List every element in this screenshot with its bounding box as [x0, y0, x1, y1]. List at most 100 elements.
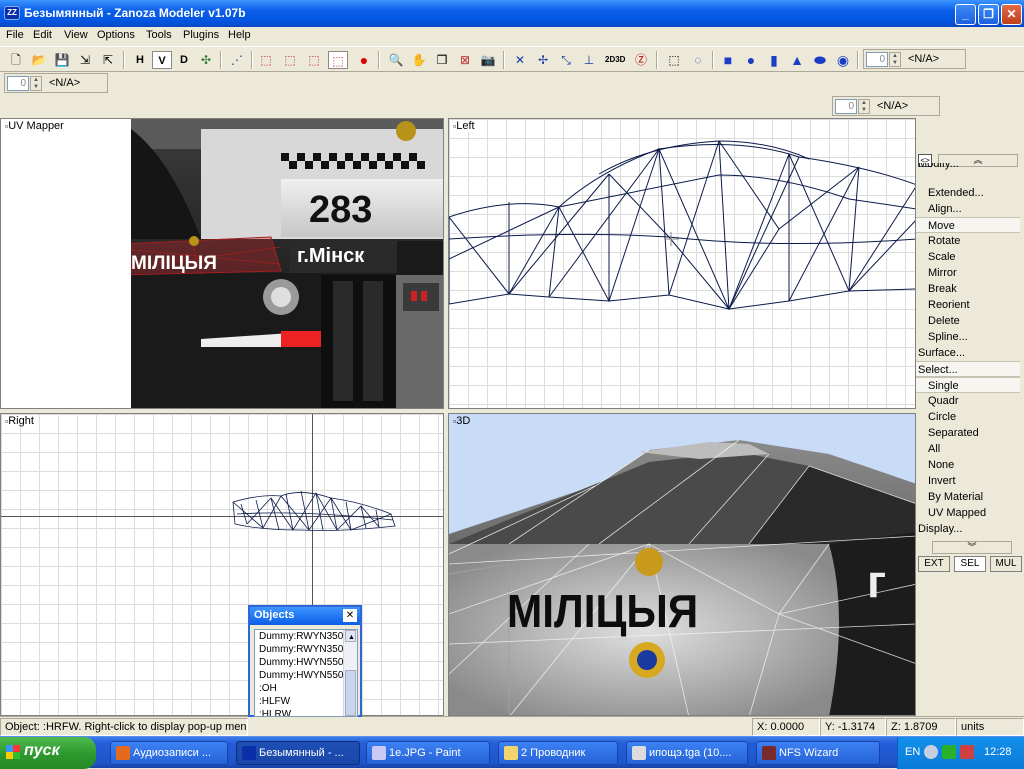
- panel-item-rotate[interactable]: Rotate: [916, 233, 1020, 249]
- panel-item-uv-mapped[interactable]: UV Mapped: [916, 505, 1020, 521]
- cone-primitive-icon[interactable]: ▲: [787, 51, 807, 69]
- toolbar-value-spinner[interactable]: 0 ▲ ▼ <N/A>: [863, 49, 966, 69]
- cube-face-icon[interactable]: ⬚: [304, 51, 324, 69]
- spinner-arrows-icon[interactable]: ▲ ▼: [858, 99, 870, 114]
- spinner-number[interactable]: 0: [835, 99, 857, 114]
- pan-hand-icon[interactable]: ✋: [409, 51, 429, 69]
- 2d-3d-icon[interactable]: 2D3D: [605, 51, 625, 69]
- scroll-up-arrow-icon[interactable]: ▲: [345, 630, 356, 642]
- spinner-arrows-icon[interactable]: ▲ ▼: [30, 76, 42, 91]
- panel-value-spinner[interactable]: 0 ▲ ▼ <N/A>: [832, 96, 940, 116]
- depth-toggle-button[interactable]: D: [174, 51, 194, 69]
- taskbar-button[interactable]: ипощэ.tga (10....: [626, 741, 748, 765]
- cube-select-icon[interactable]: ⬚: [256, 51, 276, 69]
- object-list-item[interactable]: :HLFW: [257, 695, 357, 708]
- taskbar-button[interactable]: Безымянный - ...: [236, 741, 360, 765]
- panel-item-quadr[interactable]: Quadr: [916, 393, 1020, 409]
- scroll-thumb[interactable]: [345, 670, 356, 716]
- scroll-down-icon[interactable]: ︾: [932, 541, 1012, 554]
- speaker-icon[interactable]: [924, 745, 938, 759]
- right-viewport[interactable]: ▫Right: [0, 413, 444, 716]
- ext-button[interactable]: EXT: [918, 556, 950, 572]
- minimize-button[interactable]: _: [955, 4, 976, 25]
- vertex-tool-icon[interactable]: ⋰: [227, 51, 247, 69]
- cube-edge-icon[interactable]: ⬚: [280, 51, 300, 69]
- vertical-toggle-button[interactable]: V: [152, 51, 172, 69]
- camera-icon[interactable]: 📷: [478, 51, 498, 69]
- objects-scrollbar[interactable]: ▲: [343, 630, 357, 716]
- panel-item-select[interactable]: Select...: [916, 361, 1020, 377]
- panel-item-modify[interactable]: Modify...: [916, 163, 1020, 171]
- panel-item-mirror[interactable]: Mirror: [916, 265, 1020, 281]
- panel-item-circle[interactable]: Circle: [916, 409, 1020, 425]
- panel-item-delete[interactable]: Delete: [916, 313, 1020, 329]
- material-sphere-icon[interactable]: ●: [354, 51, 374, 69]
- export-icon[interactable]: ⇲: [75, 51, 95, 69]
- menu-view[interactable]: View: [64, 29, 88, 41]
- object-list-item[interactable]: Dummy:HWYN550: [257, 656, 357, 669]
- save-icon[interactable]: 💾: [52, 51, 72, 69]
- move-arrows-icon[interactable]: ✕: [510, 51, 530, 69]
- uv-mapper-viewport[interactable]: ▫UV Mapper 283 г.Мінск МІЛІЦЫЯ: [0, 118, 444, 409]
- panel-item-move[interactable]: Move: [916, 217, 1020, 233]
- cube-object-icon[interactable]: ⬚: [328, 51, 348, 69]
- spinner-number[interactable]: 0: [7, 76, 29, 91]
- spinner-number[interactable]: 0: [866, 52, 888, 67]
- panel-item-break[interactable]: Break: [916, 281, 1020, 297]
- menu-file[interactable]: File: [6, 29, 24, 41]
- close-icon[interactable]: ✕: [343, 609, 357, 622]
- panel-item-align[interactable]: Align...: [916, 201, 1020, 217]
- taskbar-button[interactable]: 1е.JPG - Paint: [366, 741, 490, 765]
- flag-icon[interactable]: [960, 745, 974, 759]
- zanoza-app-icon[interactable]: ZZ: [4, 6, 20, 20]
- maximize-button[interactable]: ❐: [978, 4, 999, 25]
- box-view-icon[interactable]: ❒: [432, 51, 452, 69]
- sub-value-spinner[interactable]: 0 ▲ ▼ <N/A>: [4, 73, 108, 93]
- menu-edit[interactable]: Edit: [33, 29, 52, 41]
- language-indicator[interactable]: EN: [905, 746, 920, 758]
- panel-item-reorient[interactable]: Reorient: [916, 297, 1020, 313]
- import-icon[interactable]: ⇱: [98, 51, 118, 69]
- menu-plugins[interactable]: Plugins: [183, 29, 219, 41]
- panel-item-surface[interactable]: Surface...: [916, 345, 1020, 361]
- axes-icon[interactable]: ⊥: [579, 51, 599, 69]
- menu-options[interactable]: Options: [97, 29, 135, 41]
- scale-arrows-icon[interactable]: ⤡: [556, 51, 576, 69]
- axis-gizmo-icon[interactable]: ✣: [196, 51, 216, 69]
- horizontal-toggle-button[interactable]: H: [130, 51, 150, 69]
- z-circle-icon[interactable]: Ⓩ: [631, 51, 651, 69]
- panel-item-invert[interactable]: Invert: [916, 473, 1020, 489]
- taskbar-button[interactable]: Аудиозаписи ...: [110, 741, 228, 765]
- mul-button[interactable]: MUL: [990, 556, 1022, 572]
- panel-item-by-material[interactable]: By Material: [916, 489, 1020, 505]
- left-viewport[interactable]: ▫Left: [448, 118, 916, 409]
- rotate-arrows-icon[interactable]: ✢: [533, 51, 553, 69]
- network-icon[interactable]: [942, 745, 956, 759]
- panel-item-display[interactable]: Display...: [916, 521, 1020, 537]
- box-primitive-icon[interactable]: ■: [718, 51, 738, 69]
- zoom-icon[interactable]: 🔍: [386, 51, 406, 69]
- zoom-extents-icon[interactable]: ⊠: [455, 51, 475, 69]
- sel-button[interactable]: SEL: [954, 556, 986, 572]
- clock[interactable]: 12:28: [984, 746, 1012, 758]
- panel-item-spline[interactable]: Spline...: [916, 329, 1020, 345]
- circle-select-icon[interactable]: ◌: [688, 51, 708, 69]
- panel-item-extended[interactable]: Extended...: [916, 185, 1020, 201]
- spinner-arrows-icon[interactable]: ▲ ▼: [889, 52, 901, 67]
- start-button[interactable]: пуск: [0, 737, 96, 769]
- panel-item-none[interactable]: None: [916, 457, 1020, 473]
- object-list-item[interactable]: :HLRW: [257, 708, 357, 716]
- rect-select-icon[interactable]: ⬚: [664, 51, 684, 69]
- geosphere-primitive-icon[interactable]: ◉: [833, 51, 853, 69]
- taskbar-button[interactable]: 2 Проводник: [498, 741, 618, 765]
- panel-item-all[interactable]: All: [916, 441, 1020, 457]
- taskbar-button[interactable]: NFS Wizard: [756, 741, 880, 765]
- cylinder-primitive-icon[interactable]: ▮: [764, 51, 784, 69]
- new-file-icon[interactable]: 🗋: [6, 51, 26, 69]
- menu-help[interactable]: Help: [228, 29, 251, 41]
- sphere-primitive-icon[interactable]: ●: [741, 51, 761, 69]
- object-list-item[interactable]: :OH: [257, 682, 357, 695]
- panel-item-single[interactable]: Single: [916, 377, 1020, 393]
- objects-list[interactable]: Dummy:RWYN350 Dummy:RWYN350 Dummy:HWYN550 D…: [254, 629, 358, 717]
- view3d-viewport[interactable]: ▫3D МІЛІЦЫЯ г: [448, 413, 916, 716]
